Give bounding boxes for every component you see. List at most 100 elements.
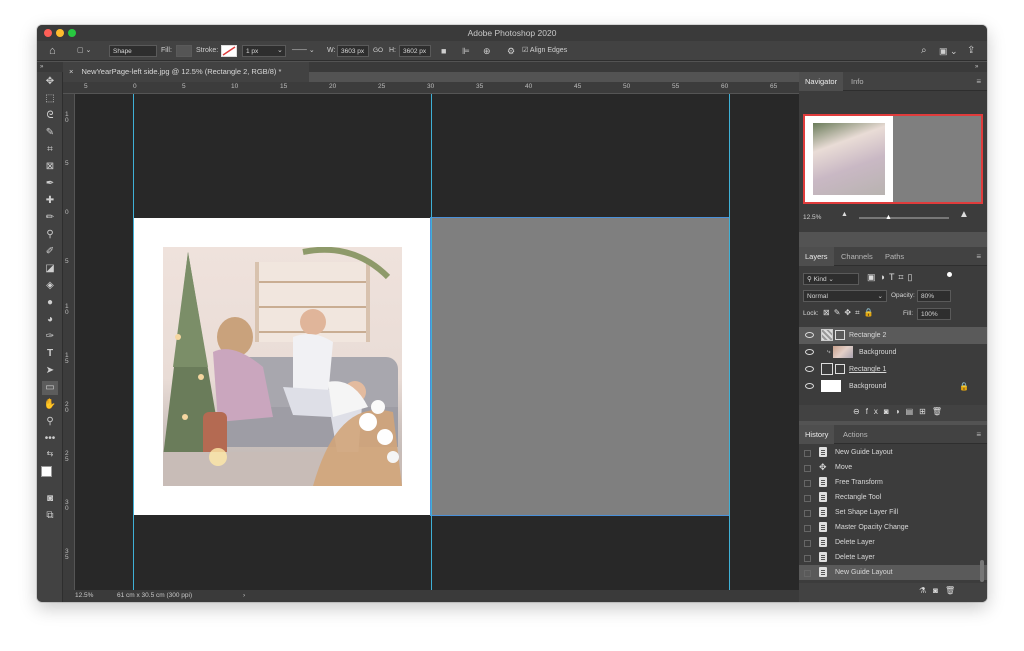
visibility-eye-icon[interactable] [805,349,814,355]
blur-tool-icon[interactable]: ● [42,296,58,310]
workspace-icon[interactable]: ▣ ⌄ [939,44,958,58]
zoom-out-icon[interactable]: ▲ [841,211,848,218]
document-tab[interactable]: × NewYearPage-left side.jpg @ 12.5% (Rec… [63,62,309,82]
fill-input[interactable]: 100% [917,308,951,320]
layer-row[interactable]: ⤷ Background [799,344,987,361]
panel-menu-icon[interactable]: ≡ [976,77,981,86]
screen-mode-icon[interactable]: ⧉ [42,509,58,523]
frame-tool-icon[interactable]: ⊠ [42,160,58,174]
stroke-width-dropdown-icon[interactable]: ⌄ [277,44,283,58]
fill-swatch[interactable] [176,45,192,57]
path-alignment-icon[interactable]: ⊫ [462,44,470,58]
layer-row[interactable]: Rectangle 2 [799,327,987,344]
move-tool-icon[interactable]: ✥ [42,75,58,89]
tab-info[interactable]: Info [845,72,870,91]
lock-icons[interactable]: ⊠✎✥⌗🔒 [823,308,878,318]
history-item[interactable]: Master Opacity Change [799,520,987,535]
history-brush-tool-icon[interactable]: ✐ [42,245,58,259]
document-size[interactable]: 61 cm x 30.5 cm (300 ppi) [117,590,192,602]
history-item[interactable]: Set Shape Layer Fill [799,505,987,520]
zoom-in-icon[interactable]: ▲ [959,209,969,220]
tool-preset-icon[interactable]: ▢ ⌄ [77,44,91,58]
type-tool-icon[interactable]: T [42,347,58,361]
share-icon[interactable]: ⇪ [967,44,975,58]
history-item[interactable]: ✥ Move [799,460,987,475]
history-item[interactable]: Free Transform [799,475,987,490]
layer-filter-select[interactable]: ⚲ Kind ⌄ [803,273,859,285]
close-document-icon[interactable]: × [69,67,73,76]
tab-history[interactable]: History [799,425,835,444]
foreground-color-swatch[interactable] [41,466,52,477]
visibility-eye-icon[interactable] [805,366,814,372]
history-item[interactable]: Delete Layer [799,550,987,565]
tab-channels[interactable]: Channels [835,247,879,266]
blend-mode-select[interactable]: Normal ⌄ [803,290,887,302]
tab-navigator[interactable]: Navigator [799,72,844,91]
history-scrollbar[interactable] [980,560,984,582]
opacity-input[interactable]: 80% [917,290,951,302]
stroke-swatch[interactable] [221,45,237,57]
eyedropper-tool-icon[interactable]: ✒ [42,177,58,191]
hand-tool-icon[interactable]: ✋ [42,398,58,412]
navigator-zoom-value[interactable]: 12.5% [803,214,821,221]
guide-left[interactable] [133,94,134,590]
brush-tool-icon[interactable]: ✏ [42,211,58,225]
search-icon[interactable]: ⌕ [921,44,927,58]
tab-actions[interactable]: Actions [837,425,874,444]
close-window-button[interactable] [44,29,52,37]
zoom-slider-thumb[interactable]: ▲ [885,214,892,221]
document-canvas-area[interactable] [63,82,799,602]
layer-name[interactable]: Background [859,344,896,361]
history-item[interactable]: Rectangle Tool [799,490,987,505]
clone-stamp-tool-icon[interactable]: ⚲ [42,228,58,242]
swap-colors-icon[interactable]: ⇆ [42,447,58,461]
eraser-tool-icon[interactable]: ◪ [42,262,58,276]
zoom-tool-icon[interactable]: ⚲ [42,415,58,429]
height-input[interactable]: 3602 px [399,45,431,57]
path-arrangement-icon[interactable]: ⊕ [483,44,491,58]
visibility-eye-icon[interactable] [805,383,814,389]
rectangle-2-shape[interactable] [430,217,730,516]
pen-tool-icon[interactable]: ✑ [42,330,58,344]
navigator-preview[interactable] [803,114,983,204]
history-actions-icons[interactable]: ⚗◙🗑 [919,586,962,595]
history-item[interactable]: Delete Layer [799,535,987,550]
filter-toggle-icon[interactable] [947,272,952,277]
healing-brush-tool-icon[interactable]: ✚ [42,194,58,208]
lasso-tool-icon[interactable]: ᘓ [42,109,58,123]
history-item[interactable]: New Guide Layout [799,565,987,580]
path-operations-icon[interactable]: ■ [441,44,446,58]
tab-layers[interactable]: Layers [799,247,834,266]
layer-name[interactable]: Background [849,378,886,395]
layer-row[interactable]: Background 🔒 [799,378,987,395]
marquee-tool-icon[interactable]: ⬚ [42,92,58,106]
quick-selection-tool-icon[interactable]: ✎ [42,126,58,140]
layer-actions-icons[interactable]: ⊖fx◙◑▤⊞🗑 [853,407,948,416]
shape-mode-select[interactable]: Shape [109,45,157,57]
rectangle-tool-icon[interactable]: ▭ [42,381,58,395]
more-tools-icon[interactable]: ••• [42,432,58,446]
tab-paths[interactable]: Paths [879,247,910,266]
zoom-window-button[interactable] [68,29,76,37]
history-panel-menu-icon[interactable]: ≡ [976,430,981,439]
vertical-ruler[interactable]: 1 0 5 0 5 1 0 1 5 2 0 2 5 3 0 3 5 [63,94,75,590]
layer-name[interactable]: Rectangle 2 [849,327,886,344]
guide-right[interactable] [729,94,730,590]
filter-icons[interactable]: ▣◑T⌗▯ [867,272,916,283]
align-edges-checkbox[interactable]: ☑ Align Edges [522,44,567,58]
layer-name[interactable]: Rectangle 1 [849,361,886,378]
minimize-window-button[interactable] [56,29,64,37]
horizontal-ruler[interactable]: 5 0 5 10 15 20 25 30 35 40 45 50 55 60 6… [63,82,799,94]
link-dimensions-icon[interactable]: GO [373,44,383,58]
paint-bucket-tool-icon[interactable]: ◈ [42,279,58,293]
zoom-slider-track[interactable] [859,217,949,219]
status-menu-arrow-icon[interactable]: › [243,590,245,602]
layer-row[interactable]: Rectangle 1 [799,361,987,378]
visibility-eye-icon[interactable] [805,332,814,338]
crop-tool-icon[interactable]: ⌗ [42,143,58,157]
gear-icon[interactable]: ⚙ [507,44,515,58]
stroke-type-select[interactable]: ─── ⌄ [292,44,315,58]
guide-center[interactable] [431,94,432,590]
dodge-tool-icon[interactable]: ◕ [42,313,58,327]
layers-panel-menu-icon[interactable]: ≡ [976,252,981,261]
